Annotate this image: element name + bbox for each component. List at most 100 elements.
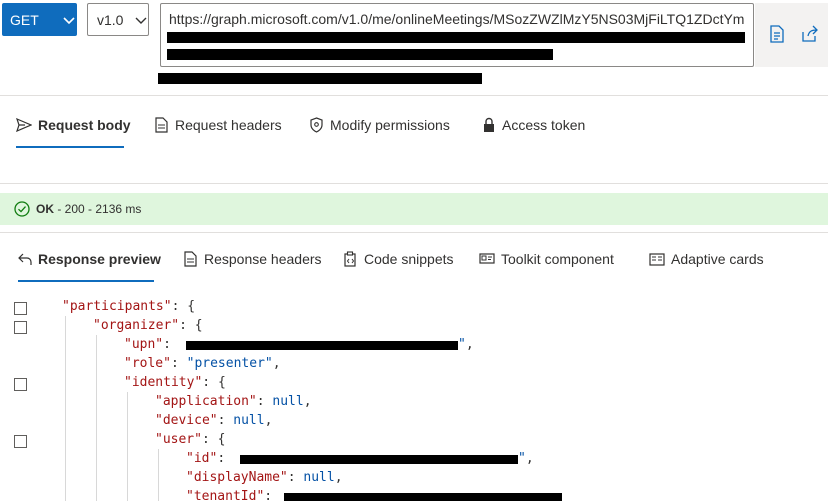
- json-colon: :: [256, 394, 273, 409]
- json-colon: :: [217, 413, 234, 428]
- redacted-value: [186, 341, 458, 350]
- document-icon[interactable]: [769, 25, 789, 45]
- json-line: "user": {: [155, 430, 225, 449]
- json-key: "device": [155, 413, 218, 428]
- request-url-input[interactable]: https://graph.microsoft.com/v1.0/me/onli…: [160, 3, 754, 67]
- fold-toggle[interactable]: [14, 321, 27, 334]
- json-key: "user": [155, 432, 202, 447]
- json-null-value: null: [272, 394, 304, 409]
- json-colon: :: [171, 299, 188, 314]
- tab-label: Toolkit component: [501, 251, 614, 267]
- tab-label: Code snippets: [364, 251, 454, 267]
- card-icon: [649, 252, 665, 266]
- response-status-bar: OK - 200 - 2136 ms: [0, 193, 828, 225]
- json-colon: :: [201, 432, 218, 447]
- json-key: "organizer": [93, 318, 180, 333]
- indent-guide: [127, 392, 128, 501]
- tab-toolkit-component[interactable]: Toolkit component: [479, 251, 614, 267]
- response-json-viewer: "participants": { "organizer": { "upn": …: [0, 297, 828, 501]
- send-icon: [16, 118, 32, 132]
- json-line: "id":: [186, 449, 233, 468]
- fold-toggle[interactable]: [14, 378, 27, 391]
- tab-label: Response headers: [204, 251, 322, 267]
- json-line: "participants": {: [62, 297, 195, 316]
- json-comma: ,: [272, 356, 281, 371]
- api-version-dropdown[interactable]: v1.0: [87, 3, 149, 36]
- json-string-value: "presenter": [186, 356, 273, 371]
- json-line: "device": null,: [155, 411, 272, 430]
- json-null-value: null: [233, 413, 265, 428]
- check-circle-icon: [14, 201, 30, 217]
- json-comma: ,: [264, 413, 273, 428]
- tab-response-preview[interactable]: Response preview: [18, 251, 161, 267]
- api-version-label: v1.0: [97, 11, 124, 28]
- json-line: "tenantId":: [186, 487, 280, 501]
- tab-modify-permissions[interactable]: Modify permissions: [309, 117, 450, 133]
- document-icon: [155, 117, 168, 133]
- indent-guide: [96, 335, 97, 501]
- indent-guide: [65, 316, 66, 501]
- json-line: "organizer": {: [93, 316, 203, 335]
- fold-toggle[interactable]: [14, 302, 27, 315]
- json-colon: :: [287, 470, 304, 485]
- tab-response-headers[interactable]: Response headers: [183, 251, 322, 267]
- tab-request-body[interactable]: Request body: [16, 117, 131, 133]
- clipboard-icon: [344, 251, 356, 267]
- tab-label: Adaptive cards: [671, 251, 764, 267]
- url-actions-panel: [755, 3, 828, 67]
- undo-arrow-icon: [18, 253, 32, 265]
- status-message: OK - 200 - 2136 ms: [36, 202, 141, 216]
- json-colon: :: [264, 489, 280, 501]
- tab-code-snippets[interactable]: Code snippets: [343, 251, 454, 267]
- json-comma: ,: [465, 337, 474, 352]
- tab-access-token[interactable]: Access token: [482, 117, 585, 133]
- json-key: "role": [124, 356, 171, 371]
- json-key: "tenantId": [186, 489, 265, 501]
- document-icon: [184, 251, 197, 267]
- json-line: "application": null,: [155, 392, 312, 411]
- divider: [0, 95, 828, 96]
- json-line-tail: ",: [518, 451, 534, 466]
- tab-adaptive-cards[interactable]: Adaptive cards: [649, 251, 764, 267]
- json-key: "identity": [124, 375, 203, 390]
- request-url-text: https://graph.microsoft.com/v1.0/me/onli…: [169, 11, 745, 27]
- json-comma: ,: [334, 470, 343, 485]
- tab-request-headers[interactable]: Request headers: [154, 117, 282, 133]
- http-method-dropdown[interactable]: GET: [2, 3, 77, 36]
- divider: [0, 183, 828, 184]
- json-colon: :: [202, 375, 218, 390]
- json-line: "identity": {: [124, 373, 226, 392]
- indent-guide: [158, 449, 159, 501]
- json-brace: {: [194, 318, 203, 333]
- json-null-value: null: [303, 470, 335, 485]
- json-key: "id": [186, 451, 218, 466]
- redacted-block: [158, 73, 482, 84]
- json-line: "role": "presenter",: [124, 354, 281, 373]
- tab-label: Response preview: [38, 251, 161, 267]
- tab-label: Request body: [38, 117, 131, 133]
- redacted-block: [167, 32, 745, 43]
- json-key: "displayName": [186, 470, 288, 485]
- active-tab-indicator: [16, 146, 124, 148]
- shield-icon: [310, 117, 323, 133]
- tab-label: Request headers: [175, 117, 282, 133]
- status-ok: OK: [36, 202, 54, 216]
- json-key: "upn": [124, 337, 164, 352]
- json-brace: {: [217, 375, 226, 390]
- share-icon[interactable]: [801, 25, 821, 45]
- lock-icon: [484, 117, 494, 132]
- json-colon: :: [217, 451, 233, 466]
- json-colon: :: [170, 356, 187, 371]
- redacted-block: [167, 49, 553, 60]
- fold-toggle[interactable]: [14, 435, 27, 448]
- json-colon: :: [163, 337, 179, 352]
- redacted-value: [284, 493, 562, 501]
- json-line: "upn":: [124, 335, 179, 354]
- toolkit-icon: [479, 253, 495, 264]
- json-key: "application": [155, 394, 257, 409]
- chevron-down-icon: [63, 12, 75, 28]
- json-comma: ,: [303, 394, 312, 409]
- tab-label: Access token: [502, 117, 586, 133]
- json-brace: {: [187, 299, 196, 314]
- tab-label: Modify permissions: [330, 117, 450, 133]
